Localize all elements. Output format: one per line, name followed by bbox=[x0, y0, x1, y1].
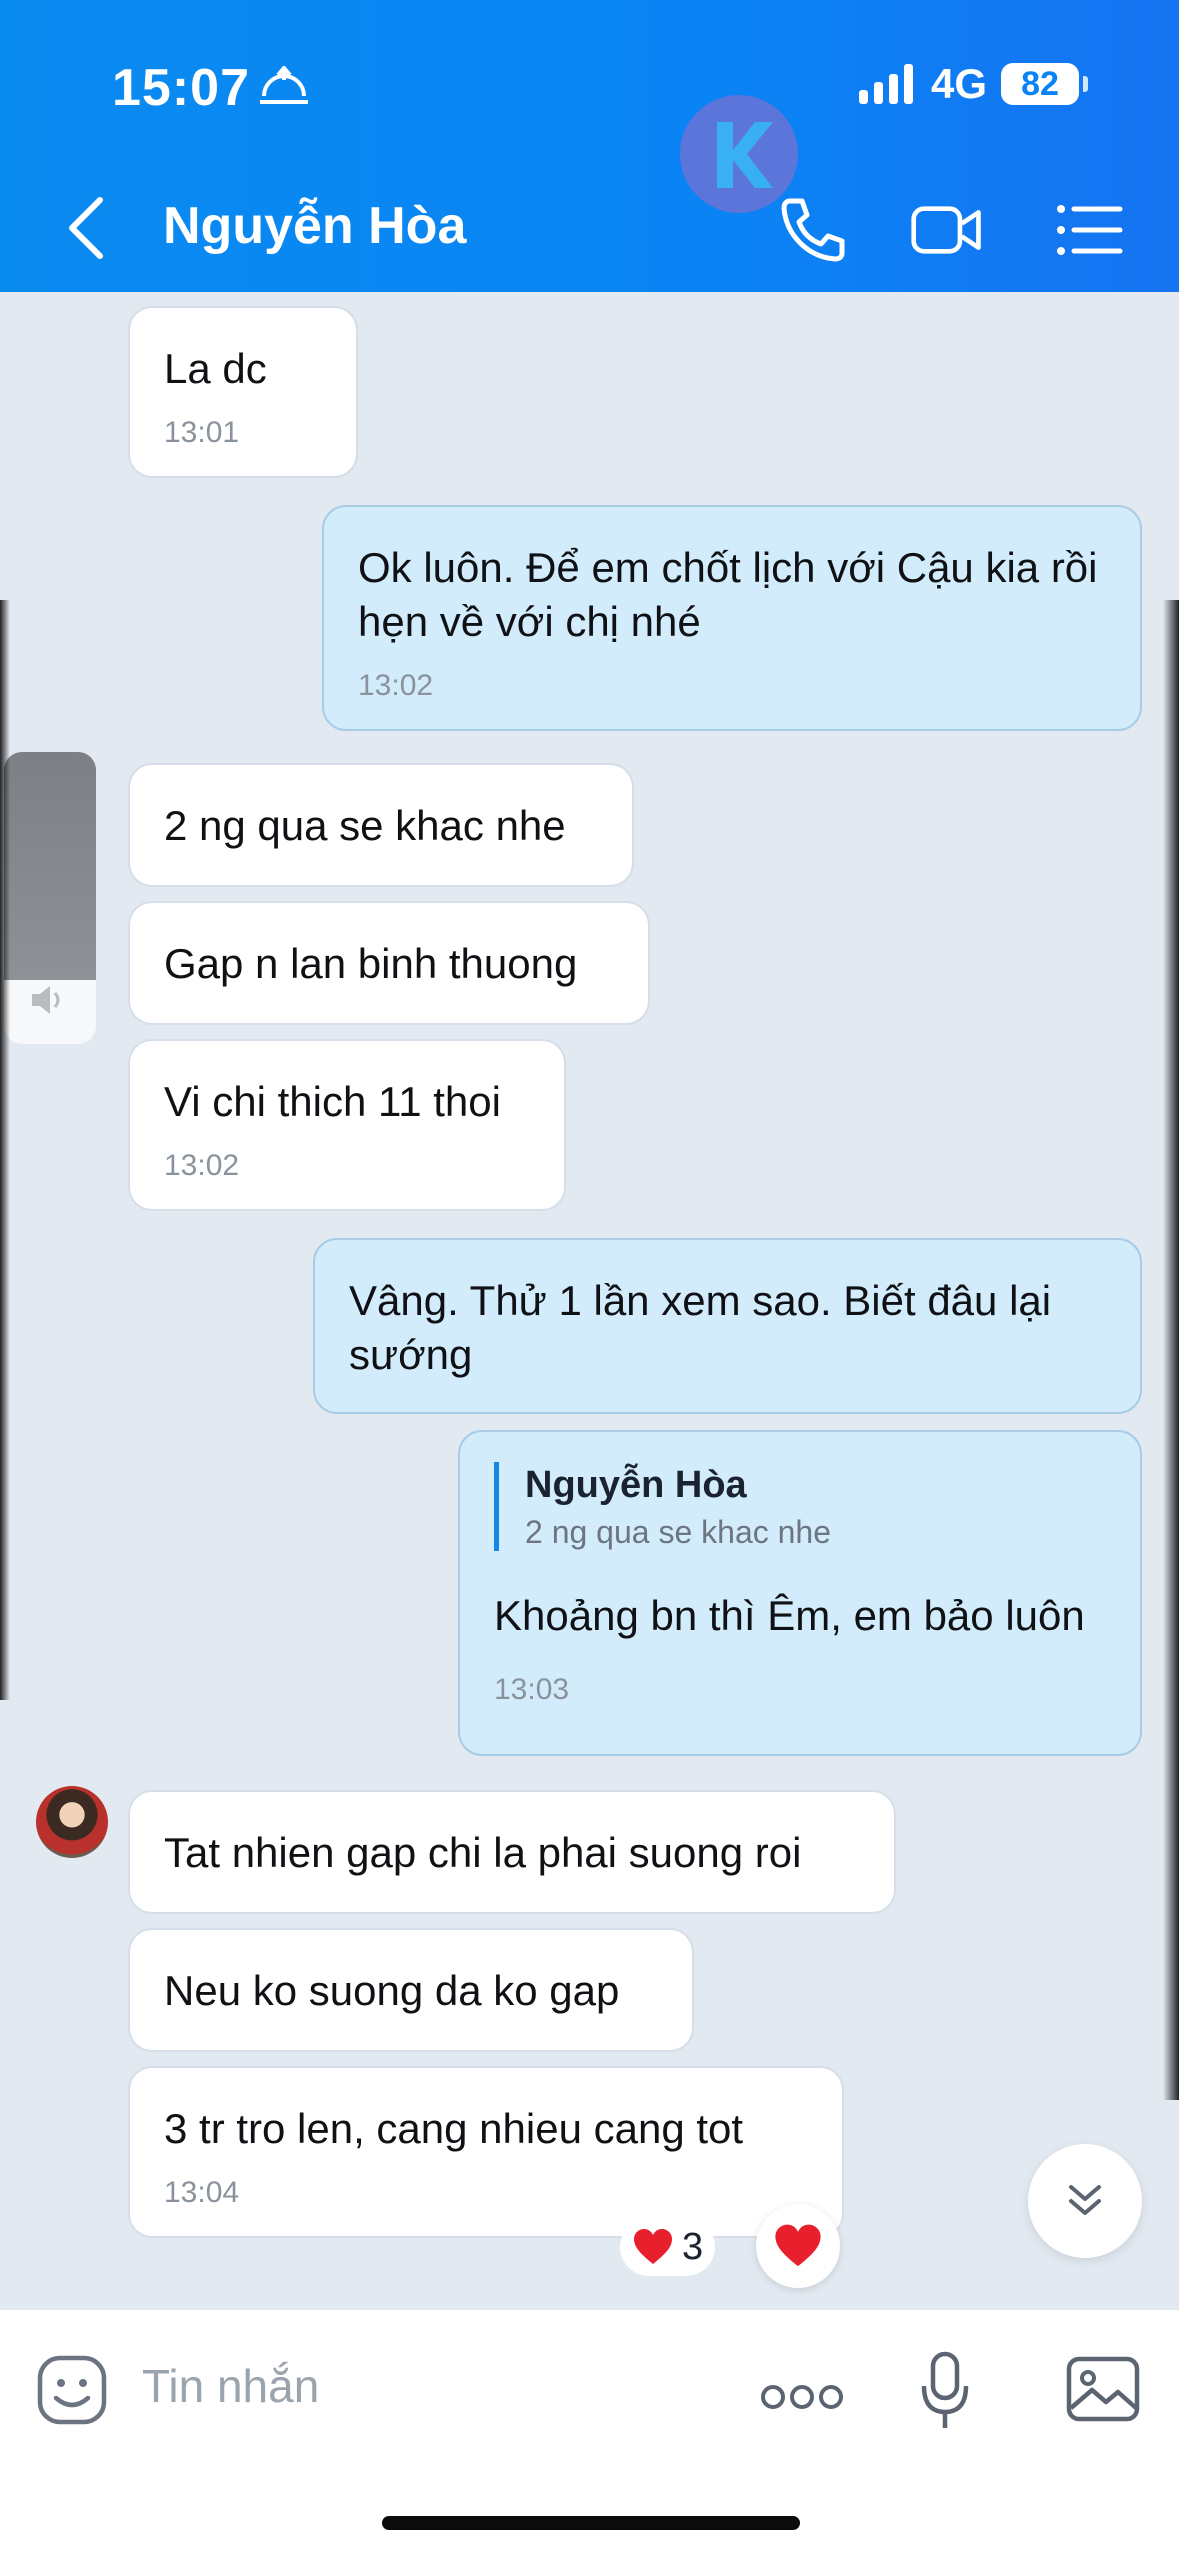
screen-edge bbox=[1163, 600, 1179, 2100]
message-incoming[interactable]: Vi chi thich 11 thoi 13:02 bbox=[128, 1039, 566, 1211]
message-outgoing-reply[interactable]: Nguyễn Hòa 2 ng qua se khac nhe Khoảng b… bbox=[458, 1430, 1142, 1756]
message-text: Vâng. Thử 1 lần xem sao. Biết đâu lại sư… bbox=[349, 1277, 1052, 1378]
message-incoming[interactable]: Tat nhien gap chi la phai suong roi bbox=[128, 1790, 896, 1914]
signal-icon bbox=[858, 64, 913, 104]
message-incoming[interactable]: 3 tr tro len, cang nhieu cang tot 13:04 bbox=[128, 2066, 844, 2238]
message-outgoing[interactable]: Vâng. Thử 1 lần xem sao. Biết đâu lại sư… bbox=[313, 1238, 1142, 1414]
menu-list-icon[interactable] bbox=[1052, 195, 1126, 265]
message-text: Tat nhien gap chi la phai suong roi bbox=[164, 1829, 802, 1876]
message-text: Vi chi thich 11 thoi bbox=[164, 1078, 501, 1125]
message-text: Ok luôn. Để em chốt lịch với Cậu kia rồi… bbox=[358, 544, 1098, 645]
home-indicator[interactable] bbox=[382, 2516, 800, 2530]
message-input[interactable] bbox=[140, 2355, 644, 2417]
image-gallery-icon[interactable] bbox=[1066, 2356, 1140, 2422]
contact-avatar[interactable] bbox=[36, 1786, 108, 1858]
message-incoming[interactable]: Neu ko suong da ko gap bbox=[128, 1928, 694, 2052]
reaction-summary[interactable]: 3 bbox=[620, 2218, 716, 2276]
k-logo-icon bbox=[717, 122, 773, 188]
message-time: 13:03 bbox=[494, 1673, 570, 1706]
message-text: Khoảng bn thì Êm, em bảo luôn bbox=[494, 1592, 1085, 1639]
message-text: Neu ko suong da ko gap bbox=[164, 1967, 620, 2014]
microphone-icon[interactable] bbox=[920, 2350, 970, 2432]
phone-icon[interactable] bbox=[776, 195, 850, 265]
message-text: 2 ng qua se khac nhe bbox=[164, 802, 566, 849]
message-time: 13:01 bbox=[164, 416, 240, 449]
scroll-to-bottom-button[interactable] bbox=[1028, 2144, 1142, 2258]
chat-header: 15:07 4G 82 Nguyễn Hòa bbox=[0, 0, 1179, 292]
message-time: 13:04 bbox=[164, 2176, 240, 2209]
battery-icon: 82 bbox=[1001, 63, 1088, 105]
quoted-message[interactable]: Nguyễn Hòa 2 ng qua se khac nhe bbox=[494, 1462, 1106, 1551]
message-time: 13:02 bbox=[358, 669, 434, 702]
message-incoming[interactable]: La dc 13:01 bbox=[128, 306, 358, 478]
double-chevron-down-icon bbox=[1069, 2185, 1101, 2215]
heart-icon bbox=[775, 2224, 821, 2267]
video-call-icon[interactable] bbox=[910, 195, 984, 265]
heart-icon bbox=[634, 2229, 672, 2264]
react-button[interactable] bbox=[756, 2204, 840, 2288]
message-text: Gap n lan binh thuong bbox=[164, 940, 578, 987]
screen-edge bbox=[0, 600, 10, 1700]
status-time: 15:07 bbox=[112, 59, 250, 117]
message-incoming[interactable]: 2 ng qua se khac nhe bbox=[128, 763, 634, 887]
message-incoming[interactable]: Gap n lan binh thuong bbox=[128, 901, 650, 1025]
message-time: 13:02 bbox=[164, 1149, 240, 1182]
back-arrow-icon[interactable] bbox=[62, 192, 110, 264]
speaker-icon bbox=[32, 986, 60, 1014]
quoted-text: 2 ng qua se khac nhe bbox=[525, 1514, 832, 1550]
network-type: 4G bbox=[930, 60, 987, 107]
message-text: La dc bbox=[164, 345, 267, 392]
more-options-icon[interactable] bbox=[760, 2382, 844, 2412]
sunrise-icon bbox=[260, 66, 308, 104]
contact-name[interactable]: Nguyễn Hòa bbox=[163, 196, 466, 256]
message-outgoing[interactable]: Ok luôn. Để em chốt lịch với Cậu kia rồi… bbox=[322, 505, 1142, 731]
sticker-icon[interactable] bbox=[36, 2354, 108, 2426]
battery-level: 82 bbox=[1021, 64, 1059, 103]
quoted-sender: Nguyễn Hòa bbox=[525, 1464, 747, 1506]
status-indicators: 4G 82 bbox=[858, 60, 1088, 108]
reaction-count: 3 bbox=[682, 2225, 704, 2268]
message-text: 3 tr tro len, cang nhieu cang tot bbox=[164, 2105, 744, 2152]
